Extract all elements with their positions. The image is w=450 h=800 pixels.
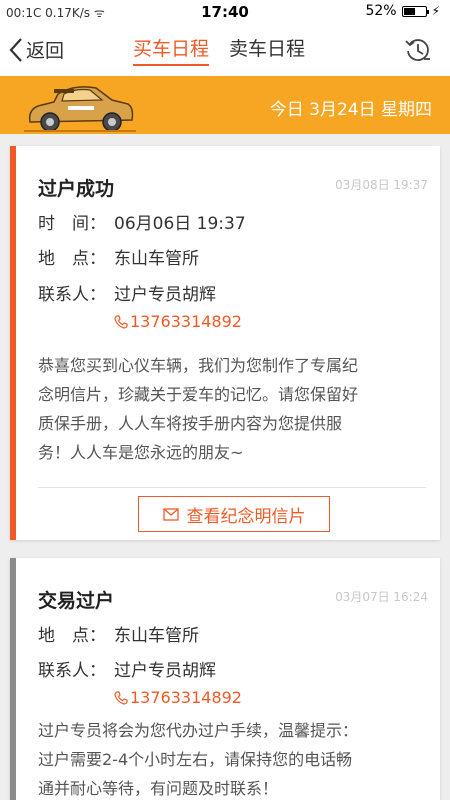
status-bar: 00:1C 0.17K/s ᯤ 17:40 52% ⚡ <box>0 0 450 24</box>
description-line: 过户专员将会为您代办过户手续，温馨提示： <box>38 721 359 740</box>
phone-icon <box>114 690 128 705</box>
battery-icon <box>401 5 429 17</box>
card-divider <box>38 487 426 488</box>
today-date: 今日 3月24日 星期四 <box>269 100 432 120</box>
view-postcard-button[interactable]: 查看纪念明信片 <box>138 496 330 532</box>
classic-car-illustration <box>24 86 136 132</box>
phone-icon <box>114 314 128 329</box>
time-label: 时 间： <box>38 214 106 234</box>
card-title: 过户成功 <box>38 178 115 200</box>
schedule-tabs: 买车日程 卖车日程 <box>133 34 305 68</box>
contact-label: 联系人： <box>38 661 106 681</box>
time-row: 时 间： 06月06日 19:37 <box>38 209 246 234</box>
card-timestamp: 03月07日 16:24 <box>335 590 428 604</box>
time-value: 06月06日 19:37 <box>114 214 246 234</box>
contact-row: 联系人： 过户专员胡辉 <box>38 656 216 681</box>
description-line: 通并耐心等待，有问题及时联系！ <box>38 779 279 798</box>
description-line: 务！人人车是您永远的朋友~ <box>38 443 244 462</box>
description-line: 质保手册，人人车将按手册内容为您提供服 <box>38 414 343 433</box>
status-right: 52% ⚡ <box>365 3 440 19</box>
place-row: 地 点： 东山车管所 <box>38 621 199 646</box>
phone-number: 13763314892 <box>130 312 242 331</box>
description-line: 念明信片，珍藏关于爱车的记忆。请您保留好 <box>38 385 359 404</box>
place-label: 地 点： <box>38 626 106 646</box>
card-description: 恭喜您买到心仪车辆，我们为您制作了专属纪 念明信片，珍藏关于爱车的记忆。请您保留… <box>38 351 426 467</box>
back-button[interactable]: 返回 <box>8 36 64 63</box>
place-value: 东山车管所 <box>114 626 199 646</box>
battery-percent: 52% <box>365 3 397 19</box>
phone-link[interactable]: 13763314892 <box>114 312 242 331</box>
tab-sell-schedule[interactable]: 卖车日程 <box>229 34 305 68</box>
back-label: 返回 <box>26 40 65 62</box>
schedule-card-transfer-success: 过户成功 03月08日 19:37 时 间： 06月06日 19:37 地 点：… <box>10 146 440 540</box>
history-clock-icon[interactable] <box>404 36 432 64</box>
description-line: 过户需要2-4个小时左右，请保持您的电话畅 <box>38 750 353 769</box>
contact-value: 过户专员胡辉 <box>114 285 216 305</box>
envelope-icon <box>162 507 179 521</box>
schedule-card-transaction-transfer: 交易过户 03月07日 16:24 地 点： 东山车管所 联系人： 过户专员胡辉… <box>10 558 440 800</box>
place-row: 地 点： 东山车管所 <box>38 244 199 269</box>
place-value: 东山车管所 <box>114 249 199 269</box>
contact-label: 联系人： <box>38 285 106 305</box>
place-label: 地 点： <box>38 249 106 269</box>
charging-icon: ⚡ <box>431 4 440 18</box>
phone-number: 13763314892 <box>130 688 242 707</box>
description-line: 恭喜您买到心仪车辆，我们为您制作了专属纪 <box>38 356 359 375</box>
card-title: 交易过户 <box>38 590 115 612</box>
card-description: 过户专员将会为您代办过户手续，温馨提示： 过户需要2-4个小时左右，请保持您的电… <box>38 716 426 800</box>
date-banner: 今日 3月24日 星期四 <box>0 76 450 134</box>
chevron-left-icon <box>9 37 22 62</box>
contact-value: 过户专员胡辉 <box>114 661 216 681</box>
view-postcard-label: 查看纪念明信片 <box>186 506 306 527</box>
phone-link[interactable]: 13763314892 <box>114 688 242 707</box>
nav-bar: 返回 买车日程 卖车日程 <box>0 24 450 76</box>
contact-row: 联系人： 过户专员胡辉 <box>38 280 216 305</box>
card-timestamp: 03月08日 19:37 <box>335 178 428 192</box>
tab-buy-schedule[interactable]: 买车日程 <box>133 34 210 68</box>
